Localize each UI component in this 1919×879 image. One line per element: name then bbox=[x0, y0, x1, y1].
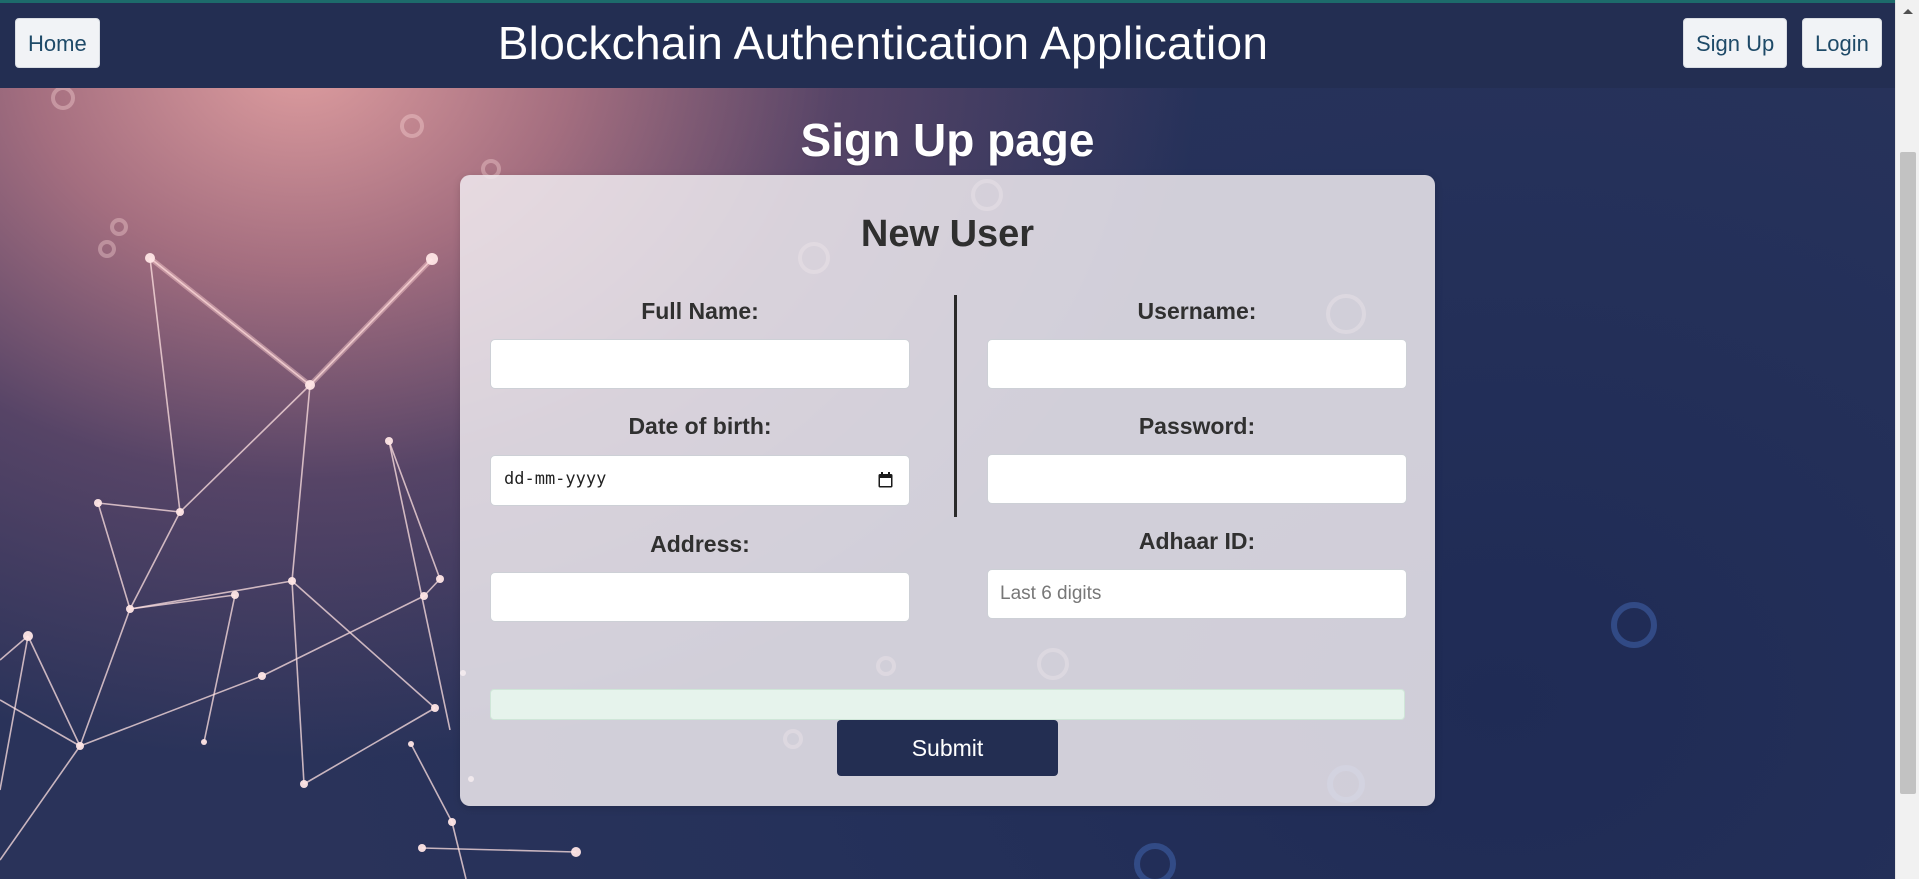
username-input[interactable] bbox=[987, 339, 1407, 389]
column-divider bbox=[954, 295, 957, 517]
date-of-birth-input[interactable]: dd-mm-yyyy bbox=[490, 455, 910, 506]
signup-button[interactable]: Sign Up bbox=[1683, 18, 1788, 68]
date-of-birth-label: Date of birth: bbox=[628, 413, 772, 439]
status-message-bar bbox=[490, 689, 1405, 720]
submit-button[interactable]: Submit bbox=[837, 720, 1058, 776]
calendar-icon[interactable] bbox=[878, 472, 893, 488]
date-of-birth-value: dd-mm-yyyy bbox=[504, 469, 607, 489]
signup-form-card: New User Full Name: Date of birth: dd-mm… bbox=[460, 175, 1435, 806]
username-label: Username: bbox=[1137, 298, 1257, 324]
scrollbar-thumb[interactable] bbox=[1900, 152, 1916, 794]
login-button[interactable]: Login bbox=[1802, 18, 1882, 68]
app-title: Blockchain Authentication Application bbox=[497, 17, 1269, 69]
full-name-label: Full Name: bbox=[641, 298, 759, 324]
address-label: Address: bbox=[650, 531, 750, 557]
navbar: Home Blockchain Authentication Applicati… bbox=[0, 3, 1895, 88]
password-input[interactable] bbox=[987, 454, 1407, 504]
password-label: Password: bbox=[1138, 413, 1256, 439]
address-input[interactable] bbox=[490, 572, 910, 622]
page-title: Sign Up page bbox=[800, 114, 1095, 166]
adhaar-id-label: Adhaar ID: bbox=[1138, 528, 1256, 554]
top-accent-line bbox=[0, 0, 1895, 3]
form-title: New User bbox=[860, 213, 1035, 255]
adhaar-id-input[interactable] bbox=[987, 569, 1407, 619]
full-name-input[interactable] bbox=[490, 339, 910, 389]
scroll-up-arrow-icon[interactable] bbox=[1896, 0, 1919, 24]
vertical-scrollbar[interactable] bbox=[1895, 0, 1919, 879]
